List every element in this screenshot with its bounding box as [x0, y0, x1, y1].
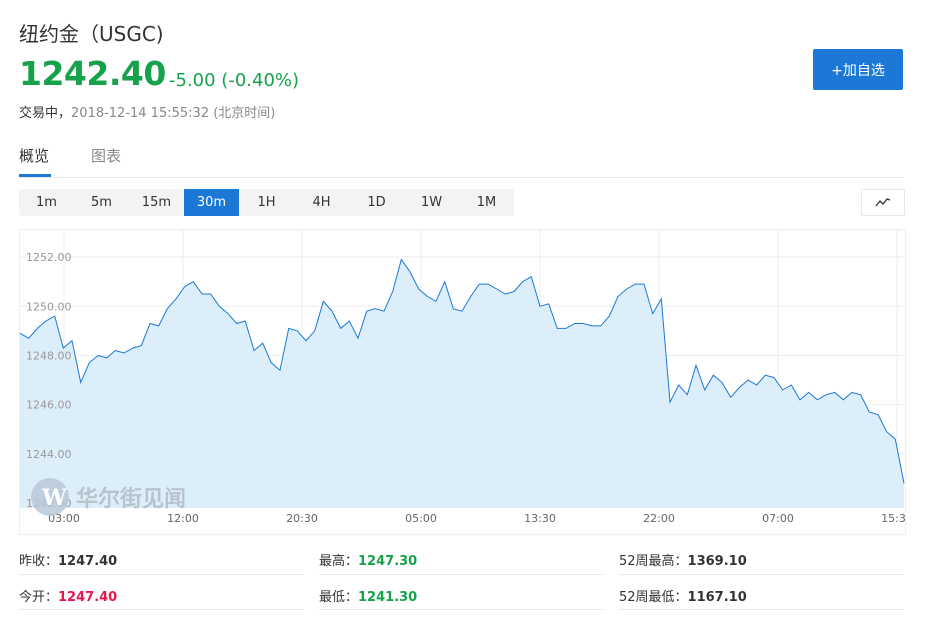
stat-52w-high: 52周最高：1369.10: [619, 550, 747, 569]
x-tick-label: 22:00: [643, 512, 675, 525]
last-price: 1242.40: [19, 54, 166, 93]
stat-prev-close: 昨收：1247.40: [19, 550, 117, 569]
chart-type-button[interactable]: [861, 189, 905, 216]
x-tick-label: 05:00: [405, 512, 437, 525]
stat-label: 52周最高：: [619, 554, 688, 569]
x-tick-label: 12:00: [167, 512, 199, 525]
period-selector: 1m 5m 15m 30m 1H 4H 1D 1W 1M: [19, 189, 514, 216]
period-30m[interactable]: 30m: [184, 189, 239, 216]
period-1mo[interactable]: 1M: [459, 189, 514, 216]
x-tick-label: 13:30: [524, 512, 556, 525]
period-1m[interactable]: 1m: [19, 189, 74, 216]
status-time: 2018-12-14 15:55:32 (北京时间): [71, 106, 276, 121]
stat-value: 1247.30: [358, 554, 418, 569]
period-1h[interactable]: 1H: [239, 189, 294, 216]
active-tab-indicator: [19, 174, 51, 177]
status-label: 交易中，: [19, 106, 72, 121]
price-area: [20, 259, 904, 508]
trading-status: 交易中，2018-12-14 15:55:32 (北京时间): [19, 102, 275, 121]
stat-low: 最低：1241.30: [319, 586, 417, 605]
stat-value: 1167.10: [687, 590, 747, 605]
y-tick-label: 1244.00: [26, 448, 72, 461]
page-title: 纽约金（USGC): [19, 22, 164, 46]
period-1d[interactable]: 1D: [349, 189, 404, 216]
x-tick-label: 20:30: [286, 512, 318, 525]
price-chart-svg: 1252.001250.001248.001246.001244.001242.…: [20, 230, 905, 525]
period-15m[interactable]: 15m: [129, 189, 184, 216]
divider: [319, 574, 603, 575]
divider: [619, 574, 903, 575]
tab-overview[interactable]: 概览: [19, 145, 49, 166]
add-to-watchlist-button[interactable]: +加自选: [813, 49, 903, 90]
stat-label: 今开：: [19, 590, 59, 605]
stat-52w-low: 52周最低：1167.10: [619, 586, 747, 605]
stat-value: 1247.40: [58, 554, 118, 569]
period-5m[interactable]: 5m: [74, 189, 129, 216]
price-change: -5.00 (-0.40%): [169, 70, 300, 91]
y-tick-label: 1246.00: [26, 399, 72, 412]
divider: [319, 609, 603, 610]
stat-label: 最低：: [319, 590, 359, 605]
period-1w[interactable]: 1W: [404, 189, 459, 216]
line-chart-icon: [875, 198, 891, 207]
price-chart[interactable]: 1252.001250.001248.001246.001244.001242.…: [19, 229, 906, 535]
stat-open: 今开：1247.40: [19, 586, 117, 605]
divider: [619, 609, 903, 610]
x-tick-label: 15:30: [881, 512, 905, 525]
stat-value: 1247.40: [58, 590, 118, 605]
watermark-logo-glyph: W: [41, 485, 67, 511]
tab-chart[interactable]: 图表: [91, 145, 121, 166]
y-tick-label: 1248.00: [26, 349, 72, 362]
stat-high: 最高：1247.30: [319, 550, 417, 569]
tab-bar: 概览 图表: [19, 141, 903, 178]
y-tick-label: 1252.00: [26, 251, 72, 264]
period-4h[interactable]: 4H: [294, 189, 349, 216]
watermark-text: 华尔街见闻: [76, 486, 186, 512]
stat-label: 52周最低：: [619, 590, 688, 605]
divider: [19, 574, 303, 575]
stat-value: 1241.30: [358, 590, 418, 605]
divider: [19, 609, 303, 610]
stat-label: 最高：: [319, 554, 359, 569]
stat-label: 昨收：: [19, 554, 59, 569]
stat-value: 1369.10: [687, 554, 747, 569]
y-tick-label: 1250.00: [26, 300, 72, 313]
x-tick-label: 07:00: [762, 512, 794, 525]
